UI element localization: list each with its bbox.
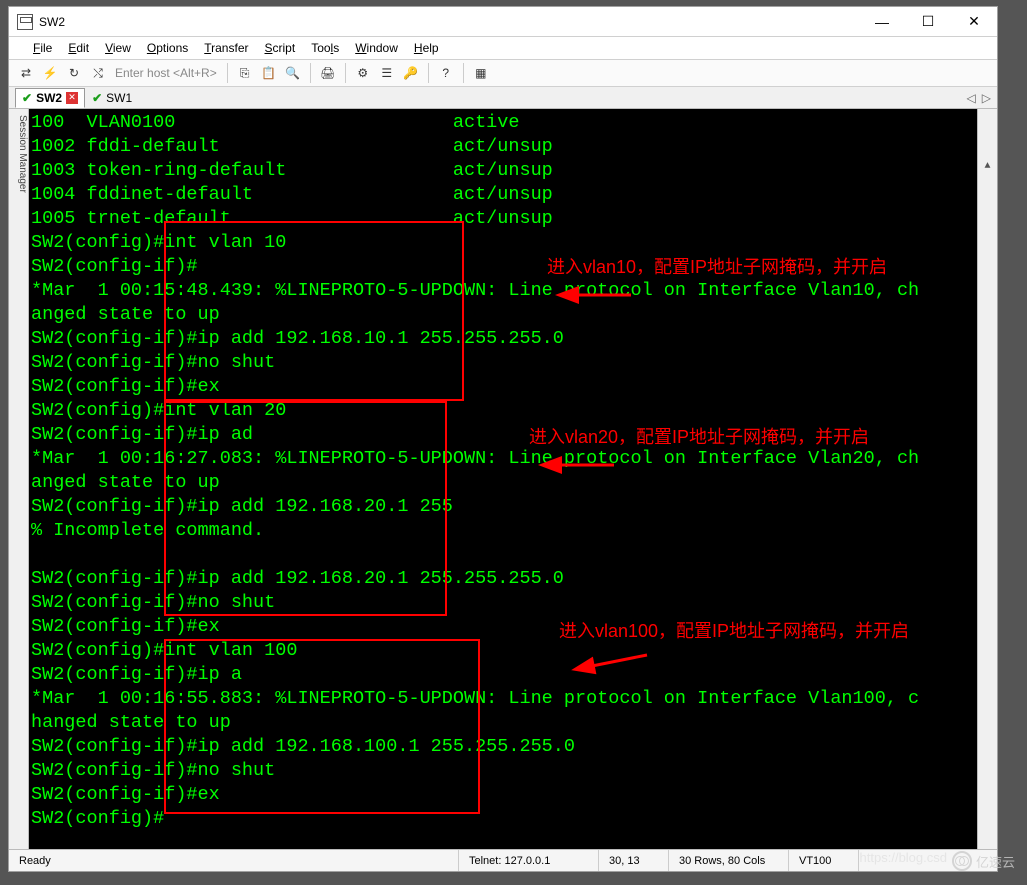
separator — [227, 63, 228, 83]
extra-icon[interactable]: ▦ — [470, 62, 492, 84]
scrollbar[interactable]: ▲ ▼ — [977, 109, 997, 849]
print-icon[interactable]: 🖨 — [317, 62, 339, 84]
separator — [463, 63, 464, 83]
scroll-up-icon[interactable]: ▲ — [978, 157, 997, 177]
menu-tools[interactable]: Tools — [305, 39, 345, 57]
tab-sw2[interactable]: ✔ SW2 ✕ — [15, 88, 85, 108]
tab-label: SW1 — [106, 91, 132, 105]
callout-1: 进入vlan10，配置IP地址子网掩码，并开启 — [547, 255, 887, 279]
tab-label: SW2 — [36, 91, 62, 105]
help-icon[interactable]: ? — [435, 62, 457, 84]
paste-icon[interactable]: 📋 — [258, 62, 280, 84]
minimize-button[interactable]: — — [859, 7, 905, 37]
menu-help[interactable]: Help — [408, 39, 445, 57]
menu-view[interactable]: View — [99, 39, 137, 57]
tab-next-icon[interactable]: ▷ — [982, 91, 991, 105]
tab-sw1[interactable]: ✔ SW1 — [85, 88, 139, 108]
titlebar[interactable]: SW2 — ☐ ✕ — [9, 7, 997, 37]
statusbar: Ready Telnet: 127.0.0.1 30, 13 30 Rows, … — [9, 849, 997, 871]
maximize-button[interactable]: ☐ — [905, 7, 951, 37]
host-input[interactable]: Enter host <Alt+R> — [111, 66, 221, 80]
window-title: SW2 — [39, 15, 859, 29]
callout-2: 进入vlan20，配置IP地址子网掩码，并开启 — [529, 425, 869, 449]
menu-window[interactable]: Window — [349, 39, 404, 57]
watermark-brand: 亿速云 — [952, 851, 1015, 871]
watermark-csdn: https://blog.csd — [860, 850, 947, 865]
close-button[interactable]: ✕ — [951, 7, 997, 37]
status-emulation: VT100 — [789, 850, 859, 871]
status-ready: Ready — [9, 850, 459, 871]
menu-script[interactable]: Script — [259, 39, 302, 57]
status-connection: Telnet: 127.0.0.1 — [459, 850, 599, 871]
toolbar: ⇄ ⚡ ↻ ⤭ Enter host <Alt+R> ⎘ 📋 🔍 🖨 ⚙ ☰ 🔑… — [9, 59, 997, 87]
callout-3: 进入vlan100，配置IP地址子网掩码，并开启 — [559, 619, 909, 643]
settings-icon[interactable]: ⚙ — [352, 62, 374, 84]
watermark-icon — [952, 851, 972, 871]
app-window: SW2 — ☐ ✕ File Edit View Options Transfe… — [8, 6, 998, 872]
terminal[interactable]: 100 VLAN0100 active 1002 fddi-default ac… — [29, 109, 997, 849]
find-icon[interactable]: 🔍 — [282, 62, 304, 84]
separator — [428, 63, 429, 83]
close-tab-icon[interactable]: ✕ — [66, 92, 78, 104]
menu-edit[interactable]: Edit — [62, 39, 95, 57]
quick-connect-icon[interactable]: ⚡ — [39, 62, 61, 84]
tab-prev-icon[interactable]: ◁ — [967, 91, 976, 105]
status-size: 30 Rows, 80 Cols — [669, 850, 789, 871]
reconnect2-icon[interactable]: ↻ — [63, 62, 85, 84]
terminal-output: 100 VLAN0100 active 1002 fddi-default ac… — [31, 112, 919, 829]
menu-transfer[interactable]: Transfer — [198, 39, 254, 57]
properties-icon[interactable]: ☰ — [376, 62, 398, 84]
menu-options[interactable]: Options — [141, 39, 194, 57]
copy-icon[interactable]: ⎘ — [234, 62, 256, 84]
scroll-track[interactable] — [978, 225, 997, 849]
key-icon[interactable]: 🔑 — [400, 62, 422, 84]
disconnect-icon[interactable]: ⤭ — [87, 62, 109, 84]
session-manager-rail[interactable]: Session Manager — [9, 109, 29, 849]
tab-scroll: ◁ ▷ — [967, 91, 997, 105]
menubar: File Edit View Options Transfer Script T… — [9, 37, 997, 59]
reconnect-icon[interactable]: ⇄ — [15, 62, 37, 84]
check-icon: ✔ — [92, 91, 102, 105]
status-cursor: 30, 13 — [599, 850, 669, 871]
main-area: Session Manager 100 VLAN0100 active 1002… — [9, 109, 997, 849]
menu-file[interactable]: File — [27, 39, 58, 57]
tabs: ✔ SW2 ✕ ✔ SW1 ◁ ▷ — [9, 87, 997, 109]
separator — [310, 63, 311, 83]
app-icon — [17, 14, 33, 30]
separator — [345, 63, 346, 83]
check-icon: ✔ — [22, 91, 32, 105]
watermark-text: 亿速云 — [976, 852, 1015, 871]
